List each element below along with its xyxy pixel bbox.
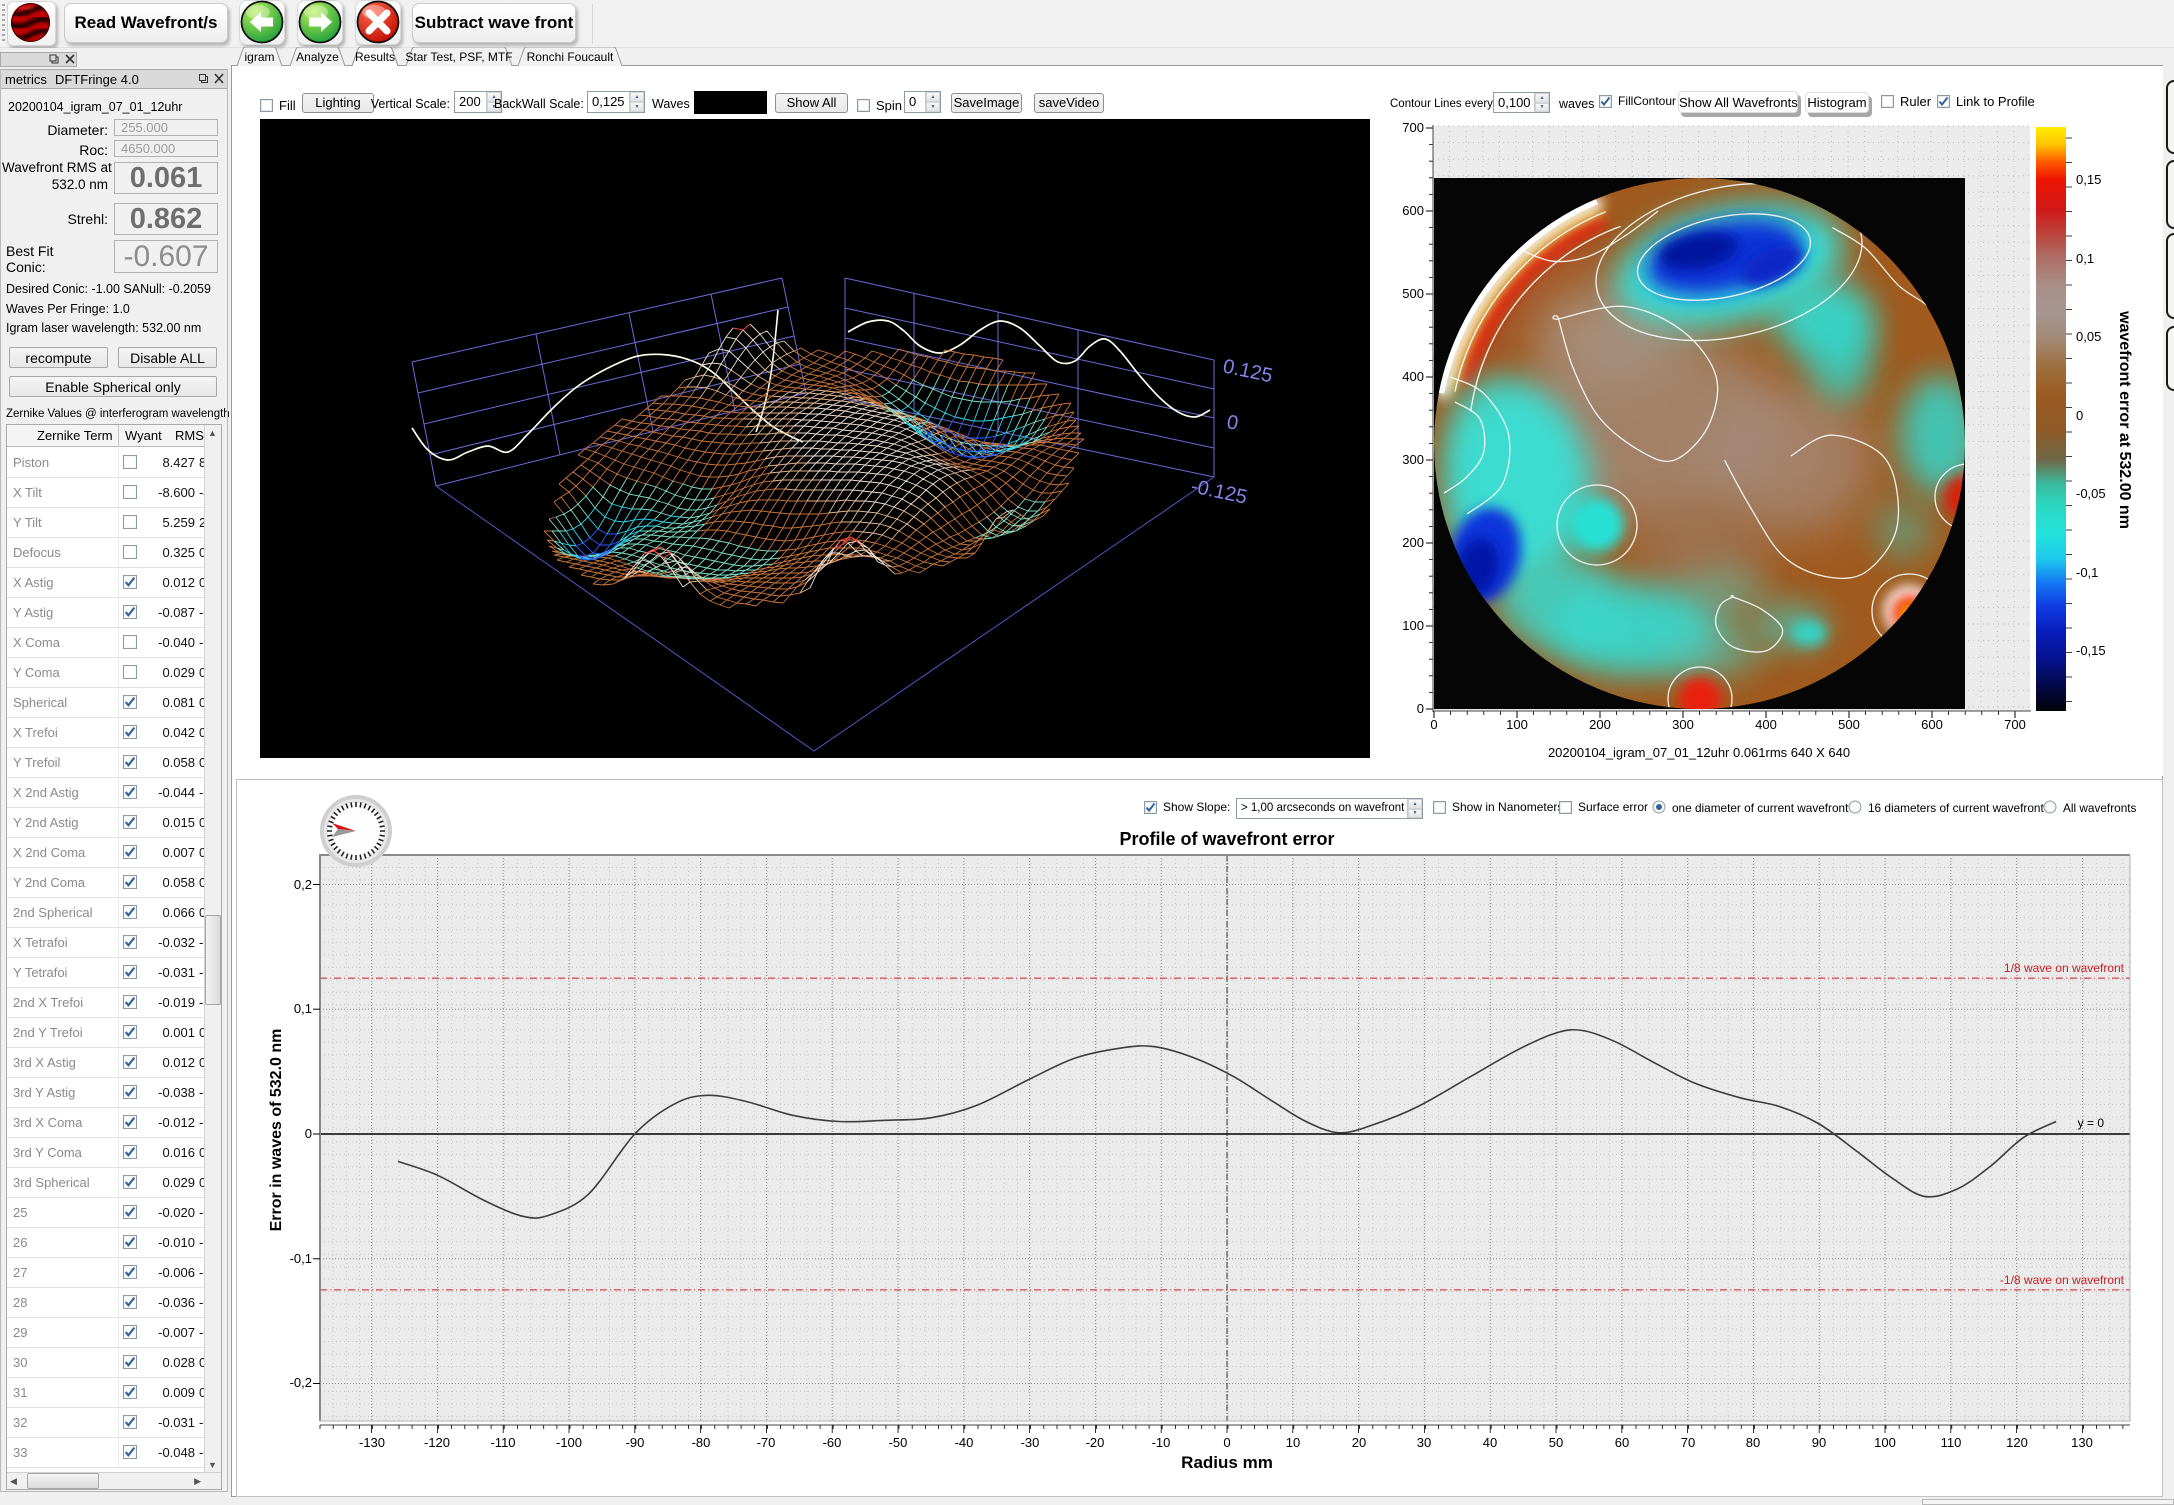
- svg-text:Results: Results: [355, 50, 395, 64]
- svg-text:-10: -10: [1152, 1435, 1171, 1450]
- svg-text:-30: -30: [1021, 1435, 1040, 1450]
- svg-text:Star Test, PSF, MTF: Star Test, PSF, MTF: [405, 50, 512, 64]
- svg-text:0: 0: [1417, 701, 1424, 716]
- svg-text:130: 130: [2071, 1435, 2093, 1450]
- svg-text:-40: -40: [955, 1435, 974, 1450]
- svg-text:-90: -90: [626, 1435, 645, 1450]
- svg-text:0,2: 0,2: [294, 877, 312, 892]
- svg-text:100: 100: [1506, 717, 1528, 732]
- svg-text:Profile of wavefront error: Profile of wavefront error: [1119, 829, 1334, 849]
- svg-text:1/8 wave on wavefront: 1/8 wave on wavefront: [2004, 961, 2125, 975]
- svg-text:Error in waves of 532.0 nm: Error in waves of 532.0 nm: [268, 1029, 285, 1232]
- svg-text:20: 20: [1352, 1435, 1366, 1450]
- svg-text:70: 70: [1681, 1435, 1695, 1450]
- svg-text:0,15: 0,15: [2076, 172, 2101, 187]
- svg-text:-120: -120: [424, 1435, 450, 1450]
- svg-text:80: 80: [1746, 1435, 1760, 1450]
- svg-text:200: 200: [1589, 717, 1611, 732]
- svg-text:-0.125: -0.125: [1189, 475, 1249, 508]
- svg-text:500: 500: [1402, 286, 1424, 301]
- svg-text:30: 30: [1417, 1435, 1431, 1450]
- svg-text:300: 300: [1672, 717, 1694, 732]
- svg-text:0,1: 0,1: [294, 1001, 312, 1016]
- svg-text:0,1: 0,1: [2076, 251, 2094, 266]
- svg-text:600: 600: [1921, 717, 1943, 732]
- svg-text:120: 120: [2006, 1435, 2028, 1450]
- svg-text:-0,1: -0,1: [290, 1251, 312, 1266]
- svg-text:Analyze: Analyze: [296, 50, 339, 64]
- svg-text:300: 300: [1402, 452, 1424, 467]
- svg-text:-70: -70: [757, 1435, 776, 1450]
- svg-text:0.125: 0.125: [1221, 355, 1275, 387]
- svg-text:60: 60: [1615, 1435, 1629, 1450]
- svg-text:20200104_igram_07_01_12uhr 0.: 20200104_igram_07_01_12uhr 0.061rms 640 …: [1548, 745, 1850, 760]
- svg-text:0: 0: [1225, 411, 1240, 435]
- svg-text:-0,05: -0,05: [2076, 486, 2106, 501]
- svg-text:700: 700: [2004, 717, 2026, 732]
- svg-text:-0,15: -0,15: [2076, 643, 2106, 658]
- svg-text:-50: -50: [889, 1435, 908, 1450]
- svg-text:0: 0: [2076, 408, 2083, 423]
- svg-text:10: 10: [1286, 1435, 1300, 1450]
- svg-text:Ronchi Foucault: Ronchi Foucault: [527, 50, 614, 64]
- svg-text:100: 100: [1874, 1435, 1896, 1450]
- svg-text:wavefront error at 532.00 nm: wavefront error at 532.00 nm: [2116, 310, 2133, 529]
- svg-text:500: 500: [1838, 717, 1860, 732]
- svg-text:600: 600: [1402, 203, 1424, 218]
- svg-text:0: 0: [1223, 1435, 1230, 1450]
- svg-text:-0,1: -0,1: [2076, 565, 2098, 580]
- svg-text:110: 110: [1941, 1435, 1962, 1450]
- svg-text:-60: -60: [823, 1435, 842, 1450]
- svg-text:-20: -20: [1086, 1435, 1105, 1450]
- svg-text:0: 0: [305, 1126, 312, 1141]
- svg-text:50: 50: [1549, 1435, 1563, 1450]
- svg-text:-1/8 wave on wavefront: -1/8 wave on wavefront: [2000, 1273, 2125, 1287]
- svg-text:-0,2: -0,2: [290, 1375, 312, 1390]
- svg-text:400: 400: [1402, 369, 1424, 384]
- svg-text:90: 90: [1812, 1435, 1826, 1450]
- svg-text:200: 200: [1402, 535, 1424, 550]
- svg-text:-80: -80: [692, 1435, 711, 1450]
- svg-text:-130: -130: [359, 1435, 385, 1450]
- svg-text:-110: -110: [490, 1435, 515, 1450]
- svg-text:0: 0: [1430, 717, 1437, 732]
- svg-text:Radius mm: Radius mm: [1181, 1453, 1273, 1472]
- svg-text:0,05: 0,05: [2076, 329, 2101, 344]
- svg-text:40: 40: [1483, 1435, 1497, 1450]
- svg-text:100: 100: [1402, 618, 1424, 633]
- svg-text:400: 400: [1755, 717, 1777, 732]
- svg-text:y = 0: y = 0: [2078, 1116, 2105, 1130]
- svg-text:700: 700: [1402, 120, 1424, 135]
- svg-text:igram: igram: [244, 50, 274, 64]
- svg-text:-100: -100: [556, 1435, 582, 1450]
